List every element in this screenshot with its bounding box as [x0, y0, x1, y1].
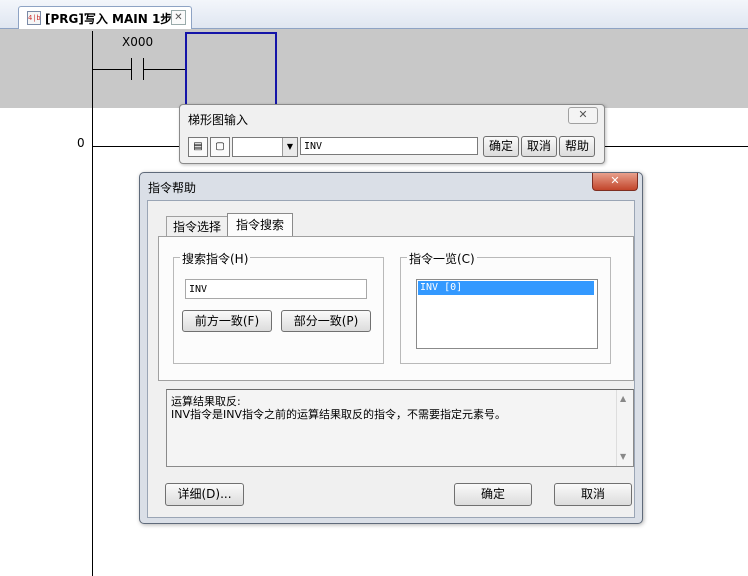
comment-icon[interactable]: ▢ — [210, 137, 230, 157]
scroll-up-icon[interactable]: ▲ — [620, 394, 626, 403]
contact-device-label: X000 — [122, 35, 154, 49]
dialog-body: 指令选择 指令搜索 搜索指令(H) INV 前方一致(F) 部分一致(P) 指令… — [147, 200, 635, 518]
tab-instruction-search[interactable]: 指令搜索 — [227, 213, 293, 237]
ladder-symbol-icon[interactable]: ▤ — [188, 137, 208, 157]
scroll-down-icon[interactable]: ▼ — [620, 452, 626, 461]
tab-title: [PRG]写入 MAIN 1步 — [45, 12, 173, 26]
instruction-input[interactable]: INV — [300, 137, 478, 155]
search-group-label: 搜索指令(H) — [180, 250, 251, 267]
search-tab-panel: 搜索指令(H) INV 前方一致(F) 部分一致(P) 指令一览(C) INV … — [158, 236, 634, 381]
ladder-input-title: 梯形图输入 — [188, 113, 249, 127]
list-group-label: 指令一览(C) — [407, 250, 477, 267]
step-number: 0 — [77, 136, 85, 150]
search-group: 搜索指令(H) INV 前方一致(F) 部分一致(P) — [173, 250, 384, 364]
instruction-help-dialog: 指令帮助 ✕ 指令选择 指令搜索 搜索指令(H) INV 前方一致(F) 部分一… — [139, 172, 643, 524]
close-icon[interactable]: ✕ — [568, 107, 598, 124]
partial-match-button[interactable]: 部分一致(P) — [281, 310, 371, 332]
contact-right-wire — [144, 69, 185, 70]
detail-button[interactable]: 详细(D)... — [165, 483, 244, 506]
description-box[interactable]: 运算结果取反: INV指令是INV指令之前的运算结果取反的指令，不需要指定元素号… — [166, 389, 634, 467]
search-input[interactable]: INV — [185, 279, 367, 299]
dialog-title: 指令帮助 — [148, 181, 197, 195]
instruction-list[interactable]: INV [0] — [416, 279, 598, 349]
left-bus-rail — [92, 31, 93, 576]
cancel-button[interactable]: 取消 — [554, 483, 632, 506]
symbol-select[interactable]: ▼ — [232, 137, 298, 157]
help-button[interactable]: 帮助 — [559, 136, 595, 157]
tab-prg-main[interactable]: 4|b [PRG]写入 MAIN 1步 ✕ — [18, 6, 192, 29]
ok-button[interactable]: 确定 — [454, 483, 532, 506]
close-icon[interactable]: ✕ — [592, 173, 638, 191]
contact-left-wire — [93, 69, 131, 70]
ladder-input-window: 梯形图输入 ✕ ▤ ▢ ▼ INV 确定 取消 帮助 — [179, 104, 605, 164]
tab-instruction-select[interactable]: 指令选择 — [166, 216, 228, 237]
ladder-program-icon: 4|b — [27, 11, 41, 25]
ok-button[interactable]: 确定 — [483, 136, 519, 157]
list-item[interactable]: INV [0] — [418, 281, 594, 295]
chevron-down-icon[interactable]: ▼ — [282, 138, 297, 156]
description-scrollbar[interactable]: ▲ ▼ — [616, 390, 633, 466]
instruction-list-group: 指令一览(C) INV [0] — [400, 250, 611, 364]
ladder-cursor[interactable] — [185, 32, 277, 108]
prefix-match-button[interactable]: 前方一致(F) — [182, 310, 272, 332]
tab-close-icon[interactable]: ✕ — [171, 10, 186, 25]
description-line: INV指令是INV指令之前的运算结果取反的指令，不需要指定元素号。 — [171, 408, 506, 421]
contact-left-bar — [131, 58, 132, 80]
document-tab-strip: 4|b [PRG]写入 MAIN 1步 ✕ — [0, 0, 748, 29]
cancel-button[interactable]: 取消 — [521, 136, 557, 157]
